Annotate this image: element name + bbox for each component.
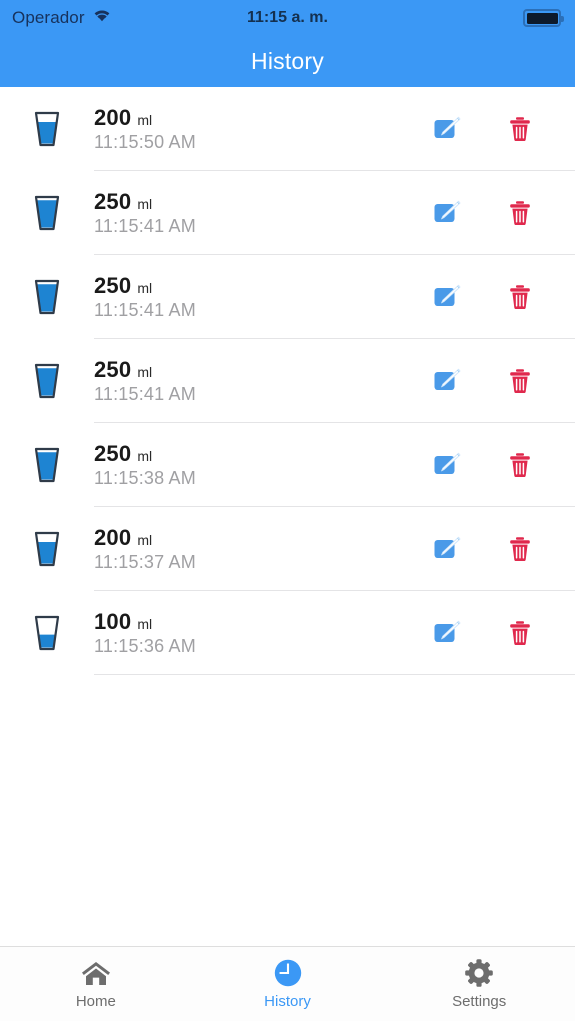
water-glass-icon	[32, 614, 62, 652]
row-text: 250 ml 11:15:41 AM	[94, 273, 431, 321]
amount-unit: ml	[137, 112, 153, 128]
history-row[interactable]: 200 ml 11:15:37 AM	[0, 507, 575, 591]
gear-icon	[464, 958, 494, 988]
amount-value: 250	[94, 273, 132, 298]
status-bar: Operador 11:15 a. m.	[0, 0, 575, 36]
tab-label: Home	[75, 993, 116, 1010]
glass-cell	[0, 278, 94, 316]
row-actions	[431, 365, 575, 397]
tab-home[interactable]: Home	[0, 947, 192, 1021]
delete-button[interactable]	[504, 533, 536, 565]
amount-line: 250 ml	[94, 441, 431, 467]
amount-value: 200	[94, 105, 132, 130]
amount-unit: ml	[137, 616, 153, 632]
delete-button[interactable]	[504, 281, 536, 313]
amount-value: 250	[94, 357, 132, 382]
status-bar-time: 11:15 a. m.	[247, 9, 328, 26]
amount-unit: ml	[137, 448, 153, 464]
glass-cell	[0, 362, 94, 400]
entry-time: 11:15:37 AM	[94, 552, 196, 572]
page-title: History	[251, 48, 324, 74]
row-text: 100 ml 11:15:36 AM	[94, 609, 431, 657]
amount-line: 200 ml	[94, 525, 431, 551]
edit-button[interactable]	[431, 113, 463, 145]
amount-value: 100	[94, 609, 132, 634]
amount-value: 250	[94, 189, 132, 214]
amount-line: 200 ml	[94, 105, 431, 131]
row-actions	[431, 113, 575, 145]
entry-time: 11:15:41 AM	[94, 384, 196, 404]
amount-line: 100 ml	[94, 609, 431, 635]
entry-time: 11:15:50 AM	[94, 132, 196, 152]
row-actions	[431, 197, 575, 229]
history-row[interactable]: 250 ml 11:15:41 AM	[0, 339, 575, 423]
row-actions	[431, 533, 575, 565]
edit-button[interactable]	[431, 365, 463, 397]
history-row[interactable]: 100 ml 11:15:36 AM	[0, 591, 575, 675]
water-glass-icon	[32, 194, 62, 232]
edit-button[interactable]	[431, 197, 463, 229]
edit-button[interactable]	[431, 533, 463, 565]
delete-button[interactable]	[504, 617, 536, 649]
water-glass-icon	[32, 110, 62, 148]
history-row[interactable]: 250 ml 11:15:38 AM	[0, 423, 575, 507]
home-icon	[81, 958, 111, 988]
history-list: 200 ml 11:15:50 AM 250 ml 11:15:41 AM 250 ml 11:…	[0, 87, 575, 946]
row-actions	[431, 449, 575, 481]
row-text: 200 ml 11:15:37 AM	[94, 525, 431, 573]
tab-bar: Home History Settings	[0, 946, 575, 1021]
row-separator	[94, 674, 575, 675]
amount-unit: ml	[137, 196, 153, 212]
amount-line: 250 ml	[94, 189, 431, 215]
delete-button[interactable]	[504, 365, 536, 397]
tab-label: History	[264, 993, 311, 1010]
app-screen: Operador 11:15 a. m. History 200 ml 11:15:…	[0, 0, 575, 1021]
row-text: 250 ml 11:15:41 AM	[94, 189, 431, 237]
row-actions	[431, 617, 575, 649]
edit-button[interactable]	[431, 617, 463, 649]
water-glass-icon	[32, 362, 62, 400]
amount-value: 250	[94, 441, 132, 466]
water-glass-icon	[32, 278, 62, 316]
glass-cell	[0, 446, 94, 484]
row-text: 250 ml 11:15:41 AM	[94, 357, 431, 405]
glass-cell	[0, 614, 94, 652]
row-text: 250 ml 11:15:38 AM	[94, 441, 431, 489]
amount-line: 250 ml	[94, 357, 431, 383]
delete-button[interactable]	[504, 113, 536, 145]
tab-label: Settings	[452, 993, 507, 1010]
water-glass-icon	[32, 530, 62, 568]
amount-unit: ml	[137, 364, 153, 380]
history-row[interactable]: 200 ml 11:15:50 AM	[0, 87, 575, 171]
water-glass-icon	[32, 446, 62, 484]
entry-time: 11:15:41 AM	[94, 300, 196, 320]
row-text: 200 ml 11:15:50 AM	[94, 105, 431, 153]
delete-button[interactable]	[504, 449, 536, 481]
nav-bar: History	[0, 36, 575, 87]
row-actions	[431, 281, 575, 313]
clock-icon	[273, 958, 303, 988]
entry-time: 11:15:38 AM	[94, 468, 196, 488]
history-row[interactable]: 250 ml 11:15:41 AM	[0, 255, 575, 339]
history-row[interactable]: 250 ml 11:15:41 AM	[0, 171, 575, 255]
amount-unit: ml	[137, 280, 153, 296]
entry-time: 11:15:36 AM	[94, 636, 196, 656]
delete-button[interactable]	[504, 197, 536, 229]
tab-settings[interactable]: Settings	[383, 947, 575, 1021]
tab-history[interactable]: History	[192, 947, 384, 1021]
edit-button[interactable]	[431, 281, 463, 313]
battery-full-icon	[523, 9, 564, 27]
amount-line: 250 ml	[94, 273, 431, 299]
glass-cell	[0, 194, 94, 232]
amount-value: 200	[94, 525, 132, 550]
entry-time: 11:15:41 AM	[94, 216, 196, 236]
glass-cell	[0, 530, 94, 568]
glass-cell	[0, 110, 94, 148]
edit-button[interactable]	[431, 449, 463, 481]
status-bar-right	[523, 9, 564, 27]
amount-unit: ml	[137, 532, 153, 548]
